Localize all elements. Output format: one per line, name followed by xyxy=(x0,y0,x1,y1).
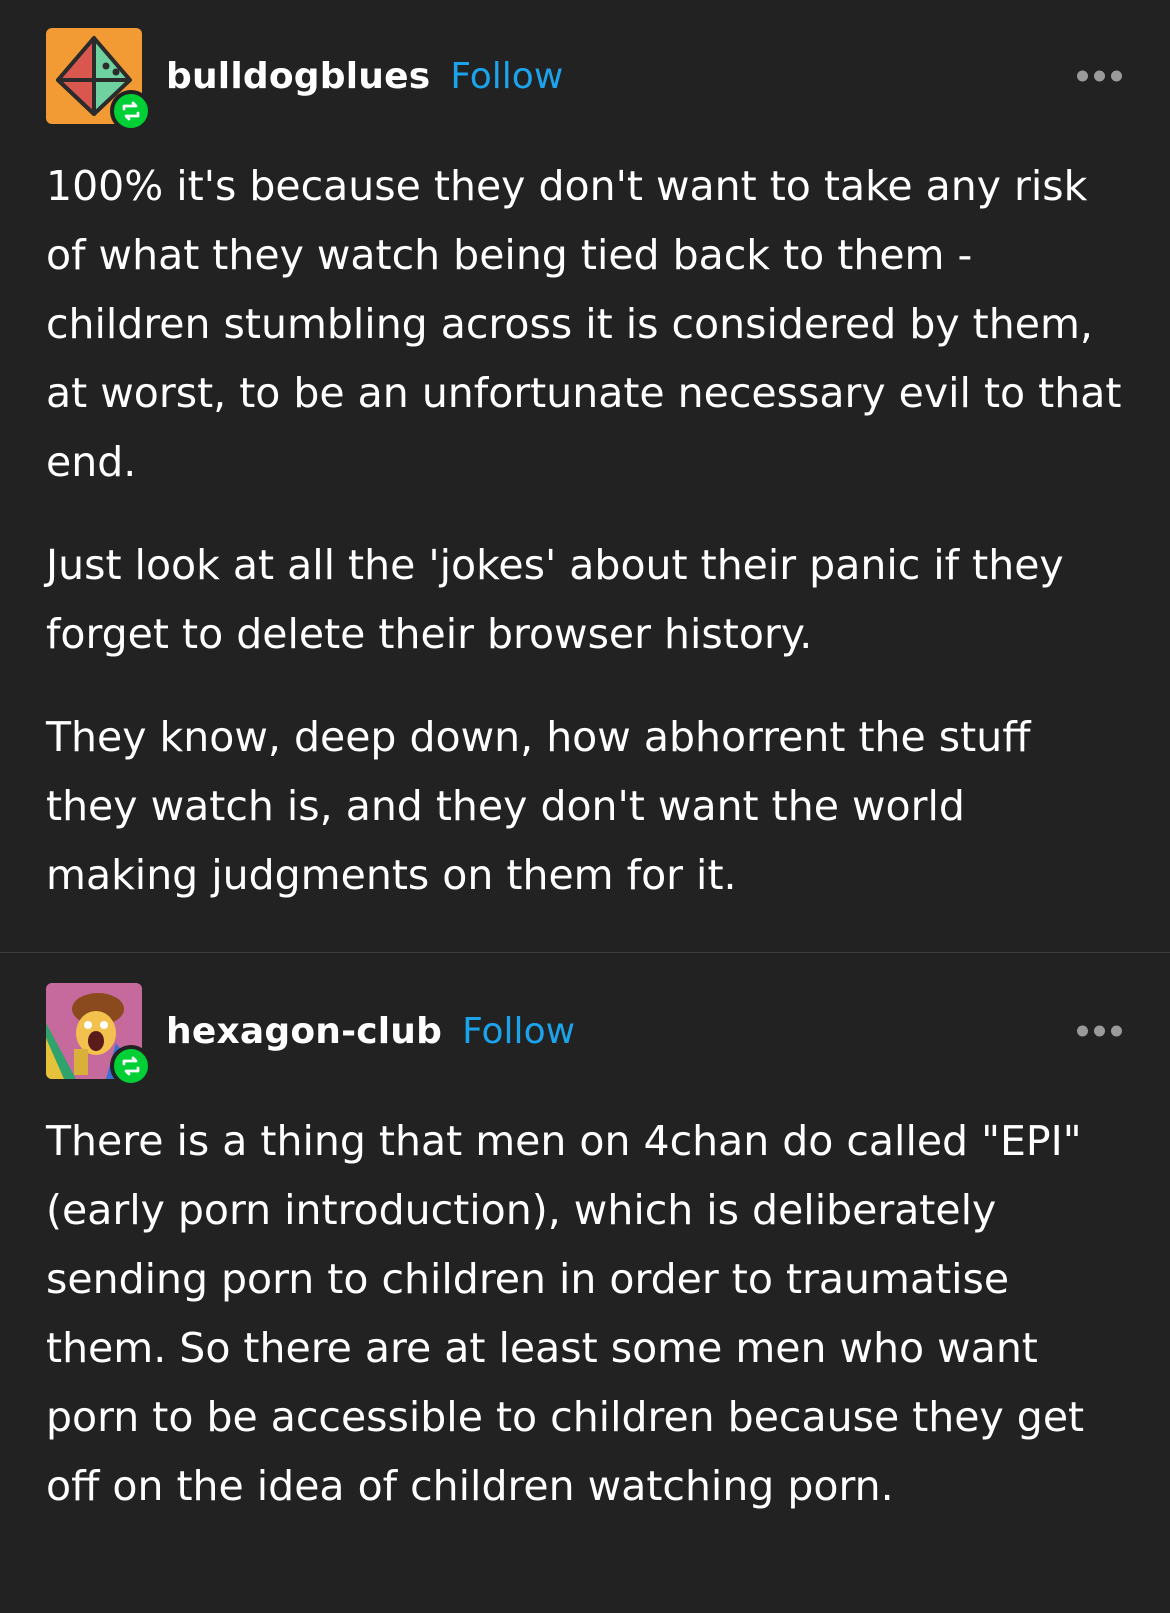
post-body: 100% it's because they don't want to tak… xyxy=(46,152,1126,910)
post-header: hexagon-club Follow xyxy=(46,983,1124,1087)
post-bulldogblues: bulldogblues Follow 100% it's because th… xyxy=(0,0,1170,952)
reblog-icon xyxy=(122,101,140,121)
more-dot-icon xyxy=(1077,70,1088,82)
more-dot-icon xyxy=(1077,1025,1088,1037)
avatar-container[interactable] xyxy=(46,28,152,132)
post-paragraph: There is a thing that men on 4chan do ca… xyxy=(46,1117,1085,1510)
more-dot-icon xyxy=(1094,70,1105,82)
follow-button[interactable]: Follow xyxy=(462,1011,575,1052)
post-thread: bulldogblues Follow 100% it's because th… xyxy=(0,0,1170,1613)
post-paragraph: They know, deep down, how abhorrent the … xyxy=(46,713,1031,899)
avatar-container[interactable] xyxy=(46,983,152,1087)
more-dot-icon xyxy=(1111,1025,1122,1037)
post-paragraph: Just look at all the 'jokes' about their… xyxy=(46,541,1064,658)
more-options-button[interactable] xyxy=(1075,1018,1124,1045)
follow-button[interactable]: Follow xyxy=(450,56,563,97)
post-body: There is a thing that men on 4chan do ca… xyxy=(46,1107,1126,1521)
reblog-badge xyxy=(110,1045,152,1087)
more-dot-icon xyxy=(1094,1025,1105,1037)
post-paragraph: 100% it's because they don't want to tak… xyxy=(46,162,1122,486)
post-hexagon-club: hexagon-club Follow There is a thing tha… xyxy=(0,953,1170,1521)
username[interactable]: hexagon-club xyxy=(166,1011,442,1052)
post-header: bulldogblues Follow xyxy=(46,28,1124,132)
reblog-icon xyxy=(122,1056,140,1076)
more-options-button[interactable] xyxy=(1075,63,1124,90)
more-dot-icon xyxy=(1111,70,1122,82)
username[interactable]: bulldogblues xyxy=(166,56,430,97)
reblog-badge xyxy=(110,90,152,132)
